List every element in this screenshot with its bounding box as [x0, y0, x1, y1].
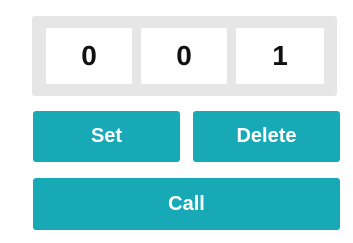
- digit-display-panel: 0 0 1: [32, 16, 337, 96]
- digit-box-2[interactable]: 0: [141, 28, 227, 84]
- delete-button[interactable]: Delete: [193, 111, 340, 162]
- digit-box-1[interactable]: 0: [46, 28, 132, 84]
- dialer-screen: 0 0 1 Set Delete Call: [0, 0, 353, 243]
- digit-box-3[interactable]: 1: [236, 28, 324, 84]
- call-button[interactable]: Call: [33, 178, 340, 230]
- set-button[interactable]: Set: [33, 111, 180, 162]
